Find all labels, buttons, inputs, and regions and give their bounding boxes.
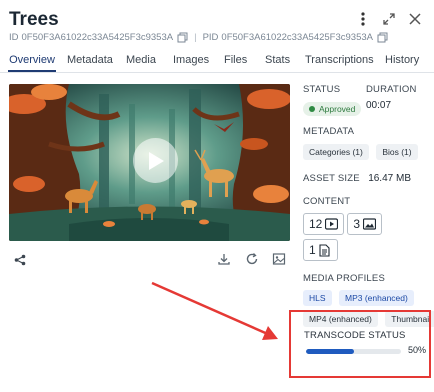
video-player[interactable] (9, 84, 290, 241)
tab-history[interactable]: History (385, 50, 419, 72)
id-label: ID (9, 32, 19, 43)
metadata-section: METADATA Categories (1) Bios (1) (303, 126, 421, 160)
tab-stats[interactable]: Stats (265, 50, 290, 72)
media-profiles-label: MEDIA PROFILES (303, 273, 385, 284)
content-section: CONTENT 12 3 1 (303, 196, 383, 261)
image-count-icon (363, 217, 377, 231)
copy-pid-icon[interactable] (377, 32, 388, 43)
content-label: CONTENT (303, 196, 351, 207)
status-section: STATUS Approved (303, 84, 362, 117)
status-badge: Approved (303, 99, 362, 117)
asset-size-section: ASSET SIZE 16.47 MB (303, 168, 411, 186)
duration-value: 00:07 (366, 100, 392, 111)
asset-size-label: ASSET SIZE (303, 173, 360, 184)
play-button[interactable] (133, 138, 178, 183)
metadata-chip-bios[interactable]: Bios (1) (376, 144, 418, 160)
pid-label: PID (202, 32, 219, 43)
transcode-progress-bar (306, 349, 401, 354)
metadata-label: METADATA (303, 126, 355, 137)
tab-files[interactable]: Files (224, 50, 247, 72)
copy-id-icon[interactable] (177, 32, 188, 43)
id-separator: | (194, 32, 197, 43)
transcode-progress-percent: 50% (408, 345, 427, 355)
download-icon[interactable] (217, 252, 231, 266)
share-icon[interactable] (14, 253, 26, 266)
play-icon (148, 151, 164, 170)
tab-metadata[interactable]: Metadata (67, 50, 113, 72)
player-toolbar (9, 250, 290, 270)
refresh-icon[interactable] (245, 252, 259, 266)
content-image-count[interactable]: 3 (347, 213, 383, 235)
tab-transcriptions[interactable]: Transcriptions (305, 50, 374, 72)
header-actions (356, 12, 422, 26)
duration-label: DURATION (366, 84, 417, 95)
asset-title: Trees (9, 9, 59, 30)
metadata-chip-categories[interactable]: Categories (1) (303, 144, 369, 160)
asset-header: Trees ID 0F50F3A61022c33A5425F3c9353A | … (0, 0, 434, 48)
profile-chip-mp3[interactable]: MP3 (enhanced) (339, 290, 414, 306)
transcode-status-label: TRANSCODE STATUS (304, 330, 406, 341)
asset-size-value: 16.47 MB (368, 173, 411, 184)
status-value: Approved (319, 104, 356, 114)
more-vertical-icon[interactable] (356, 12, 370, 26)
tab-bar: Overview Metadata Media Images Files Sta… (0, 50, 434, 73)
status-label: STATUS (303, 84, 341, 95)
transcode-progress-fill (306, 349, 354, 354)
asset-ids: ID 0F50F3A61022c33A5425F3c9353A | PID 0F… (9, 32, 388, 43)
close-icon[interactable] (408, 12, 422, 26)
content-document-count[interactable]: 1 (303, 239, 338, 261)
video-icon (325, 217, 339, 231)
transcode-status-panel: TRANSCODE STATUS 50% (289, 310, 431, 378)
content-video-count[interactable]: 12 (303, 213, 345, 235)
approved-dot-icon (309, 106, 315, 112)
image-icon[interactable] (272, 252, 286, 266)
expand-icon[interactable] (382, 12, 396, 26)
tab-images[interactable]: Images (173, 50, 209, 72)
duration-section: DURATION 00:07 (366, 84, 417, 111)
document-icon (319, 243, 332, 257)
tab-overview[interactable]: Overview (8, 50, 56, 72)
profile-chip-hls[interactable]: HLS (303, 290, 332, 306)
tab-media[interactable]: Media (126, 50, 156, 72)
pid-value: 0F50F3A61022c33A5425F3c9353A (221, 32, 373, 43)
id-value: 0F50F3A61022c33A5425F3c9353A (21, 32, 174, 43)
